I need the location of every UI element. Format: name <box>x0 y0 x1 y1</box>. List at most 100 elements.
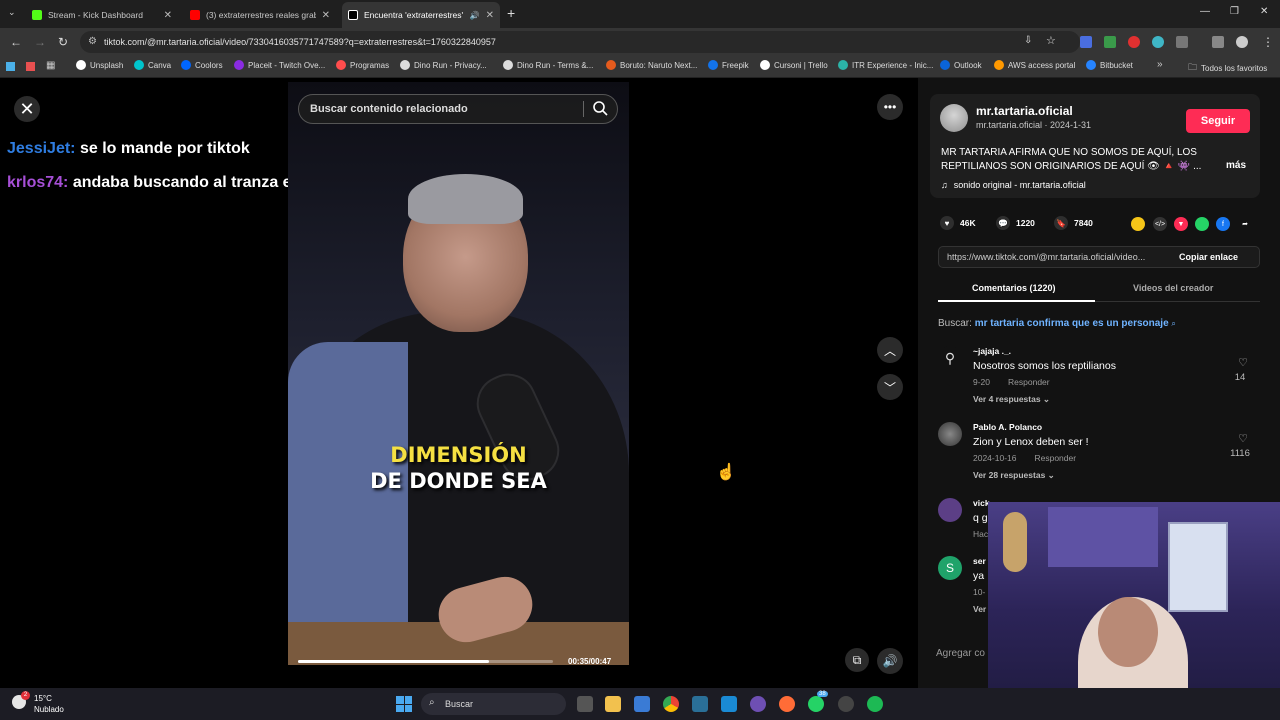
windows-start-icon[interactable] <box>396 696 412 712</box>
close-video-button[interactable]: ✕ <box>14 96 40 122</box>
file-explorer-icon[interactable] <box>605 696 621 712</box>
taskbar-search[interactable]: ⌕ Buscar <box>421 693 566 715</box>
bookmark-boruto[interactable]: Boruto: Naruto Next... <box>606 60 697 70</box>
commenter-name[interactable]: Pablo A. Polanco <box>973 422 1042 432</box>
commenter-avatar[interactable]: ⚲ <box>938 346 962 370</box>
comment-stat[interactable]: 💬 1220 <box>996 216 1035 230</box>
apps-grid-icon[interactable]: ▦ <box>46 60 55 71</box>
chrome-icon[interactable] <box>663 696 679 712</box>
url-input[interactable]: ⚙ tiktok.com/@mr.tartaria.oficial/video/… <box>80 31 1080 53</box>
bookmark-canva[interactable]: Canva <box>134 60 171 70</box>
close-icon[interactable]: ✕ <box>164 10 172 21</box>
site-info-icon[interactable]: ⚙ <box>88 36 97 47</box>
whatsapp-icon[interactable] <box>808 696 824 712</box>
forward-icon[interactable]: → <box>34 35 46 49</box>
all-bookmarks[interactable]: 🗀 Todos los favoritos <box>1188 60 1267 76</box>
bookmark-outlook[interactable]: Outlook <box>940 60 982 70</box>
more-options-button[interactable]: ••• <box>877 94 903 120</box>
bookmark-dino-privacy[interactable]: Dino Run - Privacy... <box>400 60 487 70</box>
bookmark-star-icon[interactable]: ☆ <box>1046 34 1056 47</box>
heart-icon[interactable]: ♡ <box>1228 356 1258 369</box>
extensions-icon[interactable] <box>1176 36 1188 48</box>
task-view-icon[interactable] <box>577 696 593 712</box>
share-coin-icon[interactable] <box>1131 217 1145 231</box>
search-icon[interactable] <box>592 100 608 116</box>
commenter-avatar[interactable] <box>938 422 962 446</box>
bookmark-placeit[interactable]: Placeit - Twitch Ove... <box>234 60 325 70</box>
tab-tiktok[interactable]: Encuentra 'extraterrestres' e 🔊 ✕ <box>342 2 500 28</box>
new-tab-button[interactable]: + <box>507 5 515 21</box>
record-extension-icon[interactable] <box>1128 36 1140 48</box>
related-search-input[interactable]: Buscar contenido relacionado <box>298 94 618 124</box>
tab-youtube[interactable]: (3) extraterrestres reales grabad ✕ <box>184 4 336 26</box>
view-replies-button[interactable]: Ver 4 respuestas ⌄ <box>973 394 1050 405</box>
media-icon[interactable] <box>1212 36 1224 48</box>
more-bookmarks-icon[interactable]: » <box>1157 59 1163 70</box>
send-icon[interactable]: ▼ <box>1174 217 1188 231</box>
embed-icon[interactable]: </> <box>1153 217 1167 231</box>
heart-icon[interactable]: ♡ <box>1228 432 1258 445</box>
pip-button[interactable]: ⧉ <box>845 648 869 672</box>
commenter-avatar[interactable] <box>938 498 962 522</box>
commenter-avatar[interactable]: S <box>938 556 962 580</box>
video-progress-bar[interactable] <box>298 660 553 663</box>
creator-username[interactable]: mr.tartaria.oficial <box>976 104 1073 118</box>
view-replies-button[interactable]: Ver <box>973 604 986 614</box>
tab-kick[interactable]: Stream - Kick Dashboard ✕ <box>26 4 178 26</box>
more-link[interactable]: más <box>1226 160 1246 171</box>
copy-link-button[interactable]: Copiar enlace <box>1179 252 1238 262</box>
save-stat[interactable]: 🔖 7840 <box>1054 216 1093 230</box>
sound-link[interactable]: ♫ sonido original - mr.tartaria.oficial <box>941 180 1086 190</box>
profile-avatar[interactable] <box>1236 36 1248 48</box>
related-search[interactable]: Buscar: mr tartaria confirma que es un p… <box>938 318 1176 329</box>
store-icon[interactable] <box>634 696 650 712</box>
volume-button[interactable]: 🔊 <box>877 648 903 674</box>
tab-list-chevron-icon[interactable]: ⌄ <box>8 7 16 18</box>
bookmark-freepik[interactable]: Freepik <box>708 60 749 70</box>
bookmark-programas[interactable]: Programas <box>336 60 389 70</box>
github-icon[interactable] <box>750 696 766 712</box>
whatsapp-icon[interactable] <box>1195 217 1209 231</box>
follow-button[interactable]: Seguir <box>1186 109 1250 133</box>
commenter-name[interactable]: ~jajaja ._. <box>973 346 1011 356</box>
restore-icon[interactable]: ❐ <box>1230 6 1239 17</box>
view-replies-button[interactable]: Ver 28 respuestas ⌄ <box>973 470 1055 481</box>
vscode-icon[interactable] <box>721 696 737 712</box>
previous-video-button[interactable]: ︿ <box>877 337 903 363</box>
close-icon[interactable]: ✕ <box>322 10 330 21</box>
commenter-name[interactable]: ser <box>973 556 986 566</box>
back-icon[interactable]: ← <box>10 35 22 49</box>
bookmark-aws[interactable]: AWS access portal <box>994 60 1075 70</box>
sheet-extension-icon[interactable] <box>1104 36 1116 48</box>
related-keyword[interactable]: mr tartaria confirma que es un personaje <box>975 318 1169 329</box>
reply-button[interactable]: Responder <box>1034 453 1076 463</box>
obs-icon[interactable] <box>838 696 854 712</box>
bookmark-coolors[interactable]: Coolors <box>181 60 223 70</box>
facebook-icon[interactable]: f <box>1216 217 1230 231</box>
bookmark-dino-terms[interactable]: Dino Run - Terms &... <box>503 60 593 70</box>
bookmark-square-icon[interactable] <box>6 62 15 71</box>
creator-avatar[interactable] <box>940 104 968 132</box>
share-link-url[interactable]: https://www.tiktok.com/@mr.tartaria.ofic… <box>947 252 1167 262</box>
reload-icon[interactable]: ↻ <box>58 35 68 49</box>
share-arrow-icon[interactable]: ➦ <box>1238 217 1252 231</box>
react-extension-icon[interactable] <box>1152 36 1164 48</box>
bookmark-itr[interactable]: ITR Experience - Inic... <box>838 60 933 70</box>
tab-creator-videos[interactable]: Videos del creador <box>1133 283 1213 293</box>
bookmark-bitbucket[interactable]: Bitbucket <box>1086 60 1133 70</box>
like-stat[interactable]: ♥ 46K <box>940 216 976 230</box>
bookmark-trello[interactable]: Cursoni | Trello <box>760 60 828 70</box>
menu-icon[interactable]: ⋮ <box>1262 35 1274 49</box>
close-window-icon[interactable]: ✕ <box>1260 6 1268 17</box>
vscode-insiders-icon[interactable] <box>692 696 708 712</box>
minimize-icon[interactable]: — <box>1200 6 1210 17</box>
next-video-button[interactable]: ﹀ <box>877 374 903 400</box>
translate-extension-icon[interactable] <box>1080 36 1092 48</box>
postman-icon[interactable] <box>779 696 795 712</box>
audio-icon[interactable]: 🔊 <box>470 11 480 20</box>
tab-comments[interactable]: Comentarios (1220) <box>972 283 1056 293</box>
bookmark-unsplash[interactable]: Unsplash <box>76 60 123 70</box>
bookmark-square-icon[interactable] <box>26 62 35 71</box>
spotify-icon[interactable] <box>867 696 883 712</box>
video-player[interactable]: DIMENSIÓN DE DONDE SEA 00:35/00:47 <box>288 82 629 665</box>
